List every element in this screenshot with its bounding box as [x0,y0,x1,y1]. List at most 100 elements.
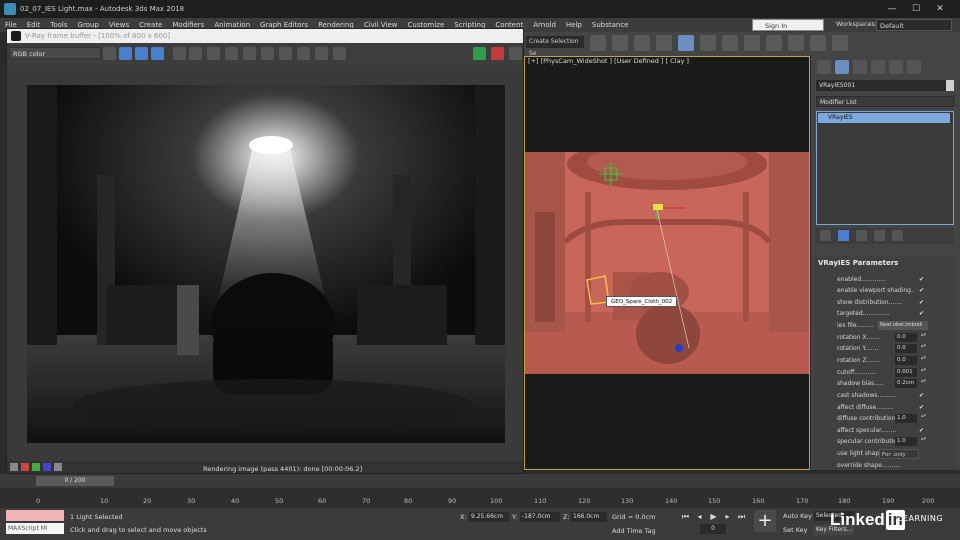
stop-render-icon[interactable] [491,47,504,60]
selection-set-dropdown[interactable]: Create Selection Se [526,36,584,57]
light-shape-select[interactable]: For .only [879,449,919,459]
y-coordinate-field[interactable]: -187.0cm [520,512,560,522]
rotation-x-field[interactable]: 0.0 [895,333,917,342]
make-unique-icon[interactable] [856,230,867,241]
minimize-button[interactable]: — [880,2,904,16]
go-to-start-icon[interactable]: ⏮ [680,511,691,522]
link-to-vfb-icon[interactable] [297,47,310,60]
checkbox-affect-diffuse[interactable]: ✔ [919,405,925,411]
go-to-end-icon[interactable]: ⏭ [736,511,747,522]
next-frame-icon[interactable]: ▸ [722,511,733,522]
frame-counter[interactable]: 0 / 200 [36,476,114,486]
play-icon[interactable]: ▶ [708,511,719,522]
param-viewport-shading[interactable]: enable viewport shading.. ✔ [837,285,947,296]
checkbox-viewport-shading[interactable]: ✔ [919,288,925,294]
clear-image-icon[interactable] [243,47,256,60]
param-diffuse-contribution[interactable]: diffuse contribution 1.0 ▴▾ [837,413,947,424]
diffuse-contribution-field[interactable]: 1.0 [895,414,917,423]
hierarchy-tab-icon[interactable] [853,60,867,74]
material-editor-icon[interactable] [744,35,760,51]
show-end-result-icon[interactable] [838,230,849,241]
param-show-distribution[interactable]: show distribution....... ✔ [837,297,947,308]
render-production-icon[interactable] [810,35,826,51]
ies-file-button[interactable]: Nest.obel.lmbrell [878,321,928,330]
utilities-tab-icon[interactable] [907,60,921,74]
interactive-render-icon[interactable] [509,47,522,60]
z-coordinate-field[interactable]: 166.0cm [571,512,607,522]
object-color-swatch[interactable] [946,80,954,91]
param-cutoff[interactable]: cutoff............ 0.001 ▴▾ [837,367,947,378]
param-cast-shadows[interactable]: cast shadows.......... ✔ [837,390,947,401]
ribbon-toggle-icon[interactable] [678,35,694,51]
previous-frame-icon[interactable]: ◂ [694,511,705,522]
rotation-z-field[interactable]: 0.0 [895,356,917,365]
curves-icon[interactable] [32,463,40,471]
param-enabled[interactable]: enabled............. ✔ [837,274,947,285]
motion-tab-icon[interactable] [871,60,885,74]
checkbox-targeted[interactable]: ✔ [919,311,925,317]
exposure-icon[interactable] [54,463,62,471]
display-tab-icon[interactable] [889,60,903,74]
compare-images-icon[interactable] [333,47,346,60]
red-channel-icon[interactable] [119,47,132,60]
auto-key-button[interactable]: Auto Key [783,512,812,520]
mirror-tool-icon[interactable] [590,35,606,51]
blue-channel-icon[interactable] [151,47,164,60]
close-button[interactable]: ✕ [928,2,952,16]
render-iterative-icon[interactable] [832,35,848,51]
rotation-x-spinner[interactable]: ▴▾ [921,333,926,342]
rollout-title[interactable]: VRayIES Parameters [818,259,898,267]
x-coordinate-field[interactable]: 9.25.66cm [469,512,509,522]
menu-help[interactable]: Help [561,21,587,29]
param-override-shape[interactable]: override shape.......... [837,460,947,471]
rotation-z-spinner[interactable]: ▴▾ [921,356,926,365]
diffuse-contribution-spinner[interactable]: ▴▾ [921,414,926,423]
specular-contribution-spinner[interactable]: ▴▾ [921,437,926,446]
track-mouse-icon[interactable] [261,47,274,60]
layer-explorer-icon[interactable] [656,35,672,51]
lens-effects-icon[interactable] [315,47,328,60]
render-icon[interactable] [473,47,486,60]
shadow-bias-field[interactable]: 0.2cm [895,379,917,388]
shadow-bias-spinner[interactable]: ▴▾ [921,379,926,388]
menu-arnold[interactable]: Arnold [528,21,561,29]
scene-explorer-icon[interactable] [634,35,650,51]
rotation-y-field[interactable]: 0.0 [895,344,917,353]
menu-substance[interactable]: Substance [587,21,634,29]
maxscript-mini-listener[interactable]: MAXScript Mi [6,523,64,534]
checkbox-cast-shadows[interactable]: ✔ [919,393,925,399]
set-key-button[interactable]: Set Key [783,526,808,534]
viewport-label[interactable]: [+] [PhysCam_WideShot ] [User Defined ] … [528,57,689,65]
param-targeted[interactable]: targeted.............. ✔ [837,308,947,319]
save-image-icon[interactable] [207,47,220,60]
maximize-button[interactable]: ☐ [904,2,928,16]
configure-sets-icon[interactable] [892,230,903,241]
color-corrections-icon[interactable] [21,463,29,471]
checkbox-show-distribution[interactable]: ✔ [919,300,925,306]
modifier-stack[interactable] [816,111,954,225]
load-image-icon[interactable] [225,47,238,60]
specular-contribution-field[interactable]: 1.0 [895,437,917,446]
param-rotation-x[interactable]: rotation X....... 0.0 ▴▾ [837,332,947,343]
schematic-view-icon[interactable] [722,35,738,51]
maxscript-listener[interactable] [6,510,64,521]
cutoff-spinner[interactable]: ▴▾ [921,368,926,377]
mono-channel-icon[interactable] [189,47,202,60]
param-affect-diffuse[interactable]: affect diffuse......... ✔ [837,402,947,413]
time-slider[interactable] [0,474,960,488]
sign-in-dropdown[interactable]: Sign In [752,19,824,31]
green-channel-icon[interactable] [135,47,148,60]
history-icon[interactable] [10,463,18,471]
modifier-list-dropdown[interactable]: Modifier List [816,96,954,107]
workspaces-select[interactable]: Default [876,19,952,31]
add-time-tag[interactable]: Add Time Tag [612,527,656,535]
3dsmax-app-icon[interactable] [4,3,16,15]
alpha-channel-icon[interactable] [173,47,186,60]
pin-stack-icon[interactable] [820,230,831,241]
modify-tab-icon[interactable] [835,60,849,74]
align-tool-icon[interactable] [612,35,628,51]
param-rotation-z[interactable]: rotation Z....... 0.0 ▴▾ [837,355,947,366]
object-name-field[interactable]: VRayIES001 [816,80,952,91]
modifier-stack-item[interactable]: VRayIES [818,113,950,123]
rendered-frame-window-icon[interactable] [788,35,804,51]
